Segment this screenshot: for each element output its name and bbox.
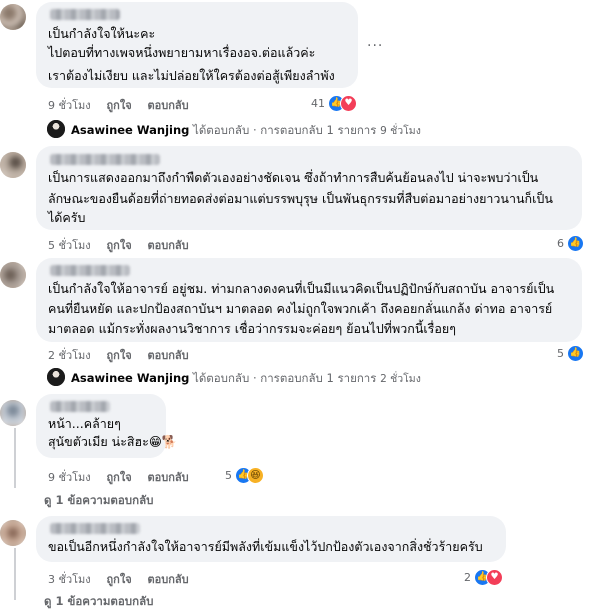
reaction-count: 2 [464, 571, 471, 584]
reaction-summary[interactable]: 2 👍 ♥ [464, 569, 503, 586]
view-replies-link[interactable]: ดู 1 ข้อความตอบกลับ [44, 492, 153, 510]
comment-text-line: มาตลอด แม้กระทั่งผลงานวิชาการ เชื่อว่ากร… [48, 321, 456, 336]
commenter-avatar[interactable] [0, 262, 26, 288]
comment-bubble: ขอเป็นอีกหนึ่งกำลังใจให้อาจารย์มีพลังที่… [36, 516, 506, 562]
comment-bubble: เป็นการแสดงออกมาถึงกำพืดตัวเองอย่างชัดเจ… [36, 146, 582, 230]
comment-text-line: เป็นกำลังใจให้อาจารย์ อยู่ชม. ท่ามกลางดง… [48, 281, 555, 296]
reaction-count: 41 [311, 97, 325, 110]
like-button[interactable]: ถูกใจ [107, 99, 132, 112]
like-button[interactable]: ถูกใจ [107, 239, 132, 252]
comment-actions: 2 ชั่วโมง ถูกใจ ตอบกลับ [48, 346, 201, 364]
like-button[interactable]: ถูกใจ [107, 349, 132, 362]
replier-name[interactable]: Asawinee Wanjing [71, 371, 189, 385]
comment-text-line: ไปตอบที่ทางเพจหนึ่งพยายามหาเรื่องอจ.ต่อแ… [48, 45, 316, 60]
reply-time: 9 ชั่วโมง [380, 125, 421, 137]
replier-avatar[interactable] [47, 368, 65, 386]
comment-time[interactable]: 9 ชั่วโมง [48, 99, 91, 112]
reaction-summary[interactable]: 5 👍 [557, 345, 584, 362]
reply-button[interactable]: ตอบกลับ [148, 471, 189, 484]
replier-name[interactable]: Asawinee Wanjing [71, 123, 189, 137]
love-icon: ♥ [340, 95, 357, 112]
comment-text-line: สุนัขตัวเมีย น่ะสิฮะ😁🐕 [48, 434, 178, 449]
comment-time[interactable]: 9 ชั่วโมง [48, 471, 91, 484]
commenter-name[interactable] [50, 9, 120, 20]
commenter-avatar[interactable] [0, 520, 26, 546]
comment-bubble: หน้า...คล้ายๆ สุนัขตัวเมีย น่ะสิฮะ😁🐕 [36, 394, 178, 458]
comment-actions: 9 ชั่วโมง ถูกใจ ตอบกลับ [48, 468, 201, 486]
like-button[interactable]: ถูกใจ [107, 471, 132, 484]
reply-action: ได้ตอบกลับ · การตอบกลับ 1 รายการ [193, 123, 377, 137]
reply-button[interactable]: ตอบกลับ [148, 349, 189, 362]
reply-summary[interactable]: Asawinee Wanjing ได้ตอบกลับ · การตอบกลับ… [71, 122, 421, 140]
comment-bubble: เป็นกำลังใจให้นะคะ ไปตอบที่ทางเพจหนึ่งพย… [36, 2, 358, 88]
comment-time[interactable]: 3 ชั่วโมง [48, 573, 91, 586]
thread-line [14, 428, 16, 488]
reaction-count: 5 [225, 469, 232, 482]
commenter-avatar[interactable] [0, 152, 26, 178]
like-icon: 👍 [567, 345, 584, 362]
replier-avatar[interactable] [47, 120, 65, 138]
comment-actions: 9 ชั่วโมง ถูกใจ ตอบกลับ [48, 96, 201, 114]
commenter-avatar[interactable] [0, 400, 26, 426]
commenter-name[interactable] [50, 154, 160, 165]
love-icon: ♥ [486, 569, 503, 586]
haha-icon: 😆 [247, 467, 264, 484]
reaction-summary[interactable]: 41 👍 ♥ [311, 95, 357, 112]
reaction-count: 5 [557, 347, 564, 360]
comment-text-line: เป็นการแสดงออกมาถึงกำพืดตัวเองอย่างชัดเจ… [48, 170, 539, 185]
comment-text-line: ขอเป็นอีกหนึ่งกำลังใจให้อาจารย์มีพลังที่… [48, 539, 483, 554]
reply-time: 2 ชั่วโมง [380, 373, 421, 385]
reaction-summary[interactable]: 5 👍 😆 [225, 467, 264, 484]
comment-actions: 5 ชั่วโมง ถูกใจ ตอบกลับ [48, 236, 201, 254]
comment-time[interactable]: 5 ชั่วโมง [48, 239, 91, 252]
comment-text-line: ได้ครับ [48, 210, 86, 225]
comment-actions: 3 ชั่วโมง ถูกใจ ตอบกลับ [48, 570, 201, 588]
thread-line [14, 548, 16, 600]
commenter-name[interactable] [50, 265, 130, 276]
comment-bubble: เป็นกำลังใจให้อาจารย์ อยู่ชม. ท่ามกลางดง… [36, 258, 582, 342]
view-replies-link[interactable]: ดู 1 ข้อความตอบกลับ [44, 593, 153, 611]
reply-button[interactable]: ตอบกลับ [148, 573, 189, 586]
comment-text-line: เราต้องไม่เงียบ และไม่ปล่อยให้ใครต้องต่อ… [48, 68, 335, 83]
comment-text-line: เป็นกำลังใจให้นะคะ [48, 26, 156, 41]
reaction-summary[interactable]: 6 👍 [557, 235, 584, 252]
commenter-name[interactable] [50, 523, 140, 534]
commenter-name[interactable] [50, 401, 110, 412]
more-options-icon[interactable]: ··· [367, 38, 383, 54]
reply-button[interactable]: ตอบกลับ [148, 99, 189, 112]
comment-text-line: คนที่ยืนหยัด และปกป้องสถาบันฯ มาตลอด คงไ… [48, 301, 553, 316]
commenter-avatar[interactable] [0, 4, 26, 30]
reply-button[interactable]: ตอบกลับ [148, 239, 189, 252]
comment-text-line: ลักษณะของยืนด้อยที่ถ่ายทอดส่งต่อมาแต่บรร… [48, 191, 553, 206]
reaction-count: 6 [557, 237, 564, 250]
like-button[interactable]: ถูกใจ [107, 573, 132, 586]
reply-summary[interactable]: Asawinee Wanjing ได้ตอบกลับ · การตอบกลับ… [71, 370, 421, 388]
reply-action: ได้ตอบกลับ · การตอบกลับ 1 รายการ [193, 371, 377, 385]
comment-text-line: หน้า...คล้ายๆ [48, 416, 121, 431]
like-icon: 👍 [567, 235, 584, 252]
comment-time[interactable]: 2 ชั่วโมง [48, 349, 91, 362]
